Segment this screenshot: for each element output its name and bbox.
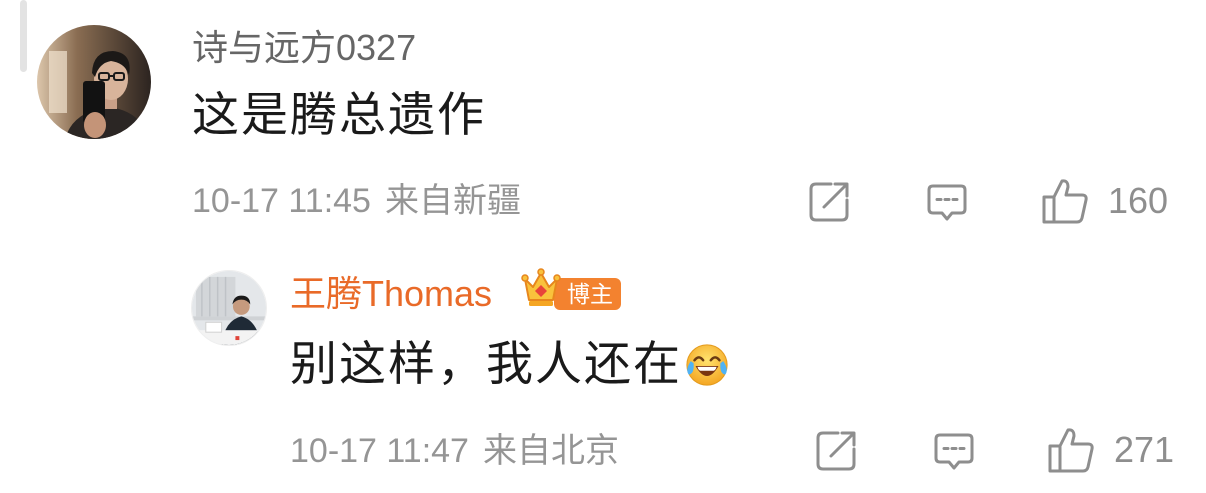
commenter-avatar[interactable] xyxy=(37,25,151,139)
like-button[interactable]: 271 xyxy=(1046,425,1174,475)
comment-icon xyxy=(931,428,977,474)
reply-text: 别这样，我人还在 xyxy=(290,335,730,393)
like-count: 160 xyxy=(1108,180,1169,221)
share-button[interactable] xyxy=(806,179,852,225)
blogger-badge[interactable]: 博主 xyxy=(521,266,625,312)
badge-label: 博主 xyxy=(554,278,621,310)
commenter-username[interactable]: 诗与远方0327 xyxy=(192,24,416,72)
comment-location: 来自新疆 xyxy=(384,182,521,220)
reply-location: 来自北京 xyxy=(482,432,619,470)
like-count: 271 xyxy=(1114,429,1175,470)
scrollbar[interactable] xyxy=(20,0,27,72)
reply-meta: 10-17 11:47 来自北京 xyxy=(290,430,619,472)
reply-time: 10-17 11:47 xyxy=(290,432,469,470)
share-button[interactable] xyxy=(813,428,859,474)
comment-text: 这是腾总遗作 xyxy=(192,88,486,141)
share-icon xyxy=(813,428,859,474)
replier-username[interactable]: 王腾Thomas xyxy=(290,270,492,318)
share-icon xyxy=(806,179,852,225)
replier-avatar[interactable] xyxy=(191,270,267,346)
reply-button[interactable] xyxy=(924,179,970,225)
crown-icon xyxy=(521,266,561,310)
comment-icon xyxy=(924,179,970,225)
comment-meta: 10-17 11:45 来自新疆 xyxy=(192,180,521,222)
reply-button[interactable] xyxy=(931,428,977,474)
reply-text-content: 别这样，我人还在 xyxy=(290,337,682,390)
laugh-cry-emoji-icon xyxy=(684,342,730,388)
thumbs-up-icon xyxy=(1046,425,1096,475)
comment-time: 10-17 11:45 xyxy=(192,182,371,220)
like-button[interactable]: 160 xyxy=(1040,176,1168,226)
thumbs-up-icon xyxy=(1040,176,1090,226)
avatar-photo xyxy=(37,25,151,139)
avatar-photo xyxy=(192,271,266,345)
